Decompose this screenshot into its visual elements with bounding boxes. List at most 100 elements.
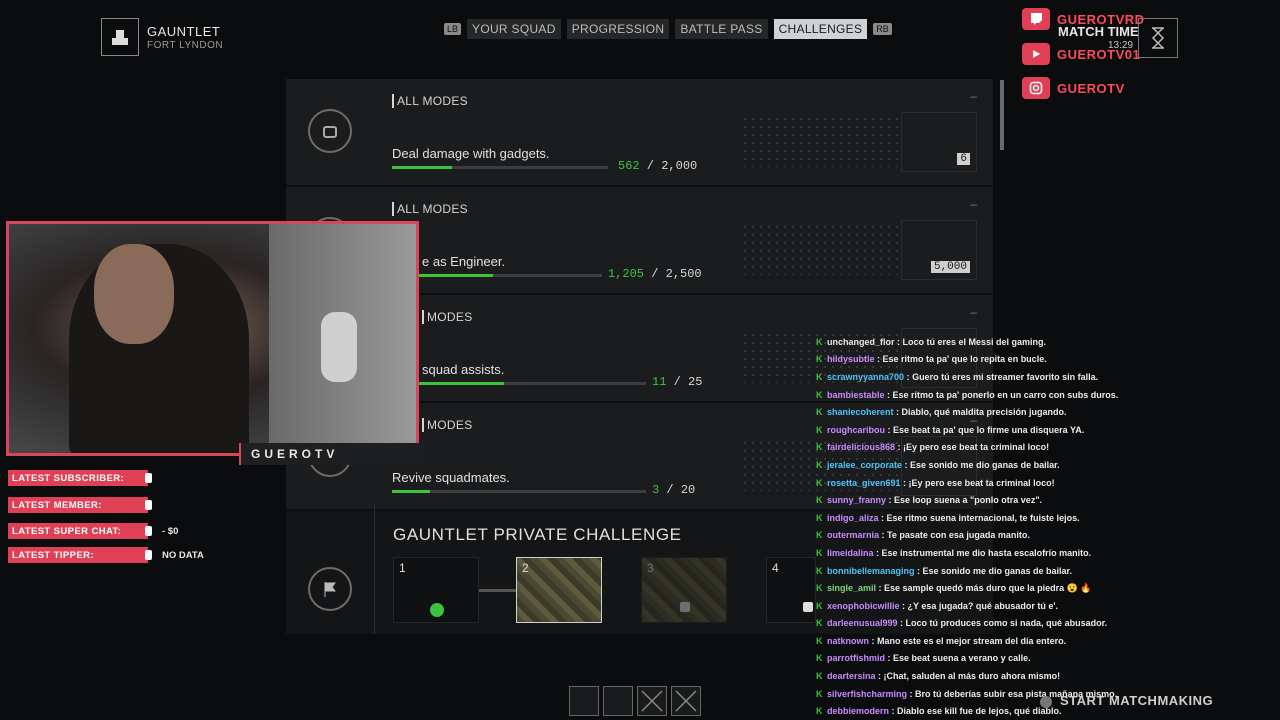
chat-message: Kbambiestable : Ese ritmo ta pa' ponerlo… [816,386,1216,404]
latest-super-chat: LATEST SUPER CHAT: - $0 [8,523,178,539]
chat-text: ¿Y esa jugada? qué abusador tú e'. [907,600,1059,611]
chat-text: Ese ritmo ta pa' que lo repita en bucle. [882,354,1047,365]
webcam-feed [6,221,419,456]
challenge-description: e as Engineer. [422,254,506,269]
chat-separator: : [889,706,898,717]
private-challenge-slot[interactable]: 1 [393,557,479,623]
badge-icon: K [816,424,823,435]
chat-username: hildysubtle [827,354,875,365]
chat-separator: : [884,389,893,400]
chat-username: single_amil [827,583,877,594]
badge-icon: K [816,653,823,664]
chat-overlay: Kunchanged_flor : Loco tú eres el Messi … [816,333,1216,720]
private-challenge-slot[interactable]: 4 [766,557,816,623]
chat-text: Diablo, qué maldita precisión jugando. [901,407,1067,418]
challenge-collapse-icon[interactable]: – [970,305,977,319]
badge-icon: K [816,442,823,453]
badge-icon: K [816,688,823,699]
badge-icon: K [816,618,823,629]
challenge-progress-text: 562 / 2,000 [618,159,698,173]
badge-icon: K [816,354,823,365]
chat-text: Ese beat suena a verano y calle. [893,653,1031,664]
badge-icon: K [816,459,823,470]
challenge-row[interactable]: ALL MODES – Deal damage with gadgets. 56… [286,79,993,187]
challenge-progress-text: 11 / 25 [652,375,703,389]
chat-text: Ese instrumental me dio hasta escalofrío… [881,547,1092,558]
challenge-collapse-icon[interactable]: – [970,197,977,211]
chat-text: ¡Ey pero ese beat ta criminal loco! [903,442,1050,453]
chat-message: Kscrawnyyanna700 : Guero tú eres mi stre… [816,368,1216,386]
tab-progression[interactable]: PROGRESSION [566,19,670,39]
chat-separator: : [885,653,894,664]
chat-text: Ese ritmo suena internacional, te fuiste… [886,512,1080,523]
chat-text: Te pasate con esa jugada manito. [887,530,1030,541]
challenge-badge-icon [308,109,352,153]
tab-your-squad[interactable]: YOUR SQUAD [467,19,561,39]
chat-separator: : [873,547,882,558]
chat-username: scrawnyyanna700 [827,371,905,382]
chat-message: Kbonnibellemanaging : Ese sonido me dio … [816,562,1216,580]
chat-message: Khildysubtle : Ese ritmo ta pa' que lo r… [816,351,1216,369]
lb-key[interactable]: LB [444,23,462,35]
badge-icon: K [816,530,823,541]
microphone-icon [321,312,357,382]
chat-message: Klimeidalina : Ese instrumental me dio h… [816,544,1216,562]
chat-separator: : [899,600,908,611]
mode-subtitle: FORT LYNDON [147,40,224,51]
chat-separator: : [895,442,904,453]
challenges-scrollbar[interactable] [1000,80,1004,150]
chat-username: bambiestable [827,389,885,400]
youtube-handle: GUEROTV01 [1057,46,1141,62]
chat-message: Kxenophobicwillie : ¿Y esa jugada? qué a… [816,597,1216,615]
chat-text: Ese loop suena a "ponlo otra vez". [894,495,1043,506]
chat-message: Kparrotfishmid : Ese beat suena a verano… [816,650,1216,668]
chat-message: Kdarleenusual999 : Loco tú produces como… [816,615,1216,633]
challenge-reward: 5,000 [901,220,977,280]
challenge-mode: ALL MODES [392,202,468,216]
chat-separator: : [894,336,903,347]
chat-text: Mano este es el mejor stream del día ent… [877,635,1067,646]
chat-message: Koutermarnia : Te pasate con esa jugada … [816,527,1216,545]
gauntlet-mode-icon [101,18,139,56]
empty-slot-icon[interactable] [637,686,667,716]
chat-username: unchanged_flor [827,336,895,347]
badge-icon: K [816,477,823,488]
chat-text: Ese beat ta pa' que lo firme una disquer… [893,424,1085,435]
weapon-slot-icon[interactable] [569,686,599,716]
instagram-handle: GUEROTV [1057,80,1125,96]
chat-username: silverfishcharming [827,688,908,699]
chat-text: Loco tú produces como si nada, qué abusa… [905,618,1108,629]
challenge-collapse-icon[interactable]: – [970,89,977,103]
top-nav: LB YOUR SQUAD PROGRESSION BATTLE PASS CH… [444,19,892,39]
tab-battle-pass[interactable]: BATTLE PASS [675,19,768,39]
challenge-progress-bar [392,490,646,493]
latest-member: LATEST MEMBER: [8,497,162,513]
instagram-handle-row: GUEROTV [1022,77,1125,99]
flag-icon [308,567,352,611]
tab-challenges[interactable]: CHALLENGES [773,19,868,39]
mode-title: GAUNTLET [147,24,221,39]
gadget-slot-icon[interactable] [603,686,633,716]
slot-connector [479,589,516,592]
chat-username: roughcaribou [827,424,885,435]
chat-username: shaniecoherent [827,407,894,418]
chat-message: Kjeralee_corporate : Ese sonido me dio g… [816,456,1216,474]
start-matchmaking-button[interactable]: START MATCHMAKING [1040,693,1213,708]
rb-key[interactable]: RB [873,23,892,35]
private-challenge-slot[interactable]: 3 [641,557,727,623]
chat-separator: : [878,512,887,523]
chat-username: fairdelicious868 [827,442,896,453]
lock-icon [803,602,813,612]
bottom-loadout-icons [569,686,701,716]
private-challenge-slot[interactable]: 2 [516,557,602,623]
challenge-pattern [741,115,901,167]
chat-message: Kfairdelicious868 : ¡Ey pero ese beat ta… [816,439,1216,457]
chat-text: Ese sonido me dio ganas de bailar. [910,459,1060,470]
chat-separator: : [907,688,916,699]
chat-username: xenophobicwillie [827,600,900,611]
empty-slot-icon[interactable] [671,686,701,716]
chat-message: Ksunny_franny : Ese loop suena a "ponlo … [816,491,1216,509]
badge-icon: K [816,583,823,594]
chat-text: ¡Chat, saluden al más duro ahora mismo! [883,671,1061,682]
chat-message: Kindigo_aliza : Ese ritmo suena internac… [816,509,1216,527]
